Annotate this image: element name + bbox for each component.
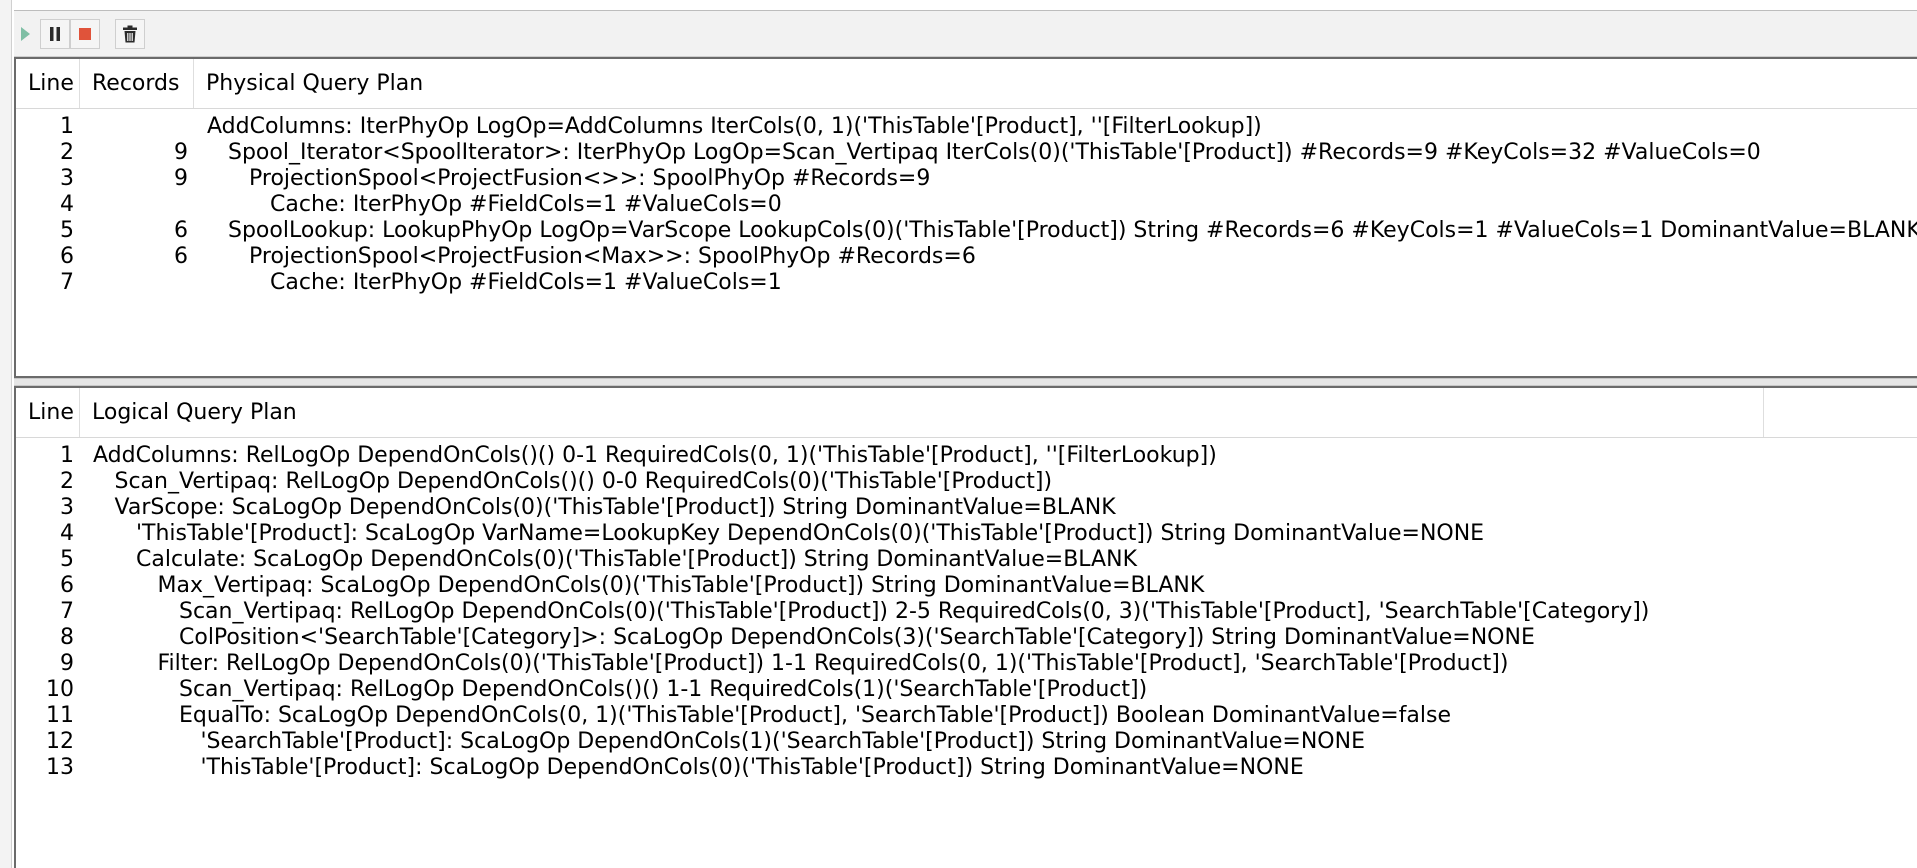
pause-icon [48, 26, 62, 42]
trash-icon [122, 25, 138, 43]
header-records[interactable]: Records [80, 59, 194, 108]
pane-splitter[interactable] [14, 378, 1917, 386]
clear-button[interactable] [115, 19, 145, 49]
logical-grid-header: Line Logical Query Plan [16, 388, 1917, 438]
window-left-edge [0, 0, 12, 868]
pause-button[interactable] [40, 19, 70, 49]
header-line[interactable]: Line [16, 388, 80, 437]
toolbar [14, 10, 1917, 57]
header-line[interactable]: Line [16, 59, 80, 108]
run-button[interactable] [12, 19, 38, 49]
header-physical-query-plan[interactable]: Physical Query Plan [194, 59, 1917, 108]
play-icon [19, 26, 31, 42]
stop-icon [78, 27, 92, 41]
table-row[interactable]: 13 'ThisTable'[Product]: ScaLogOp DependO… [16, 752, 1917, 784]
physical-query-plan-grid[interactable]: Line Records Physical Query Plan 1 AddCol… [14, 57, 1917, 378]
table-row[interactable]: 7 Cache: IterPhyOp #FieldCols=1 #ValueCol… [16, 267, 1917, 299]
logical-query-plan-grid[interactable]: Line Logical Query Plan 1 AddColumns: Rel… [14, 386, 1917, 868]
line-number: 13 [46, 755, 74, 780]
plan-operator-text: 'ThisTable'[Product]: ScaLogOp DependOnC… [200, 755, 1304, 780]
header-logical-query-plan[interactable]: Logical Query Plan [80, 388, 1764, 437]
physical-grid-header: Line Records Physical Query Plan [16, 59, 1917, 109]
line-number: 7 [60, 270, 74, 295]
stop-button[interactable] [70, 19, 100, 49]
plan-operator-text: Cache: IterPhyOp #FieldCols=1 #ValueCols… [270, 270, 782, 295]
